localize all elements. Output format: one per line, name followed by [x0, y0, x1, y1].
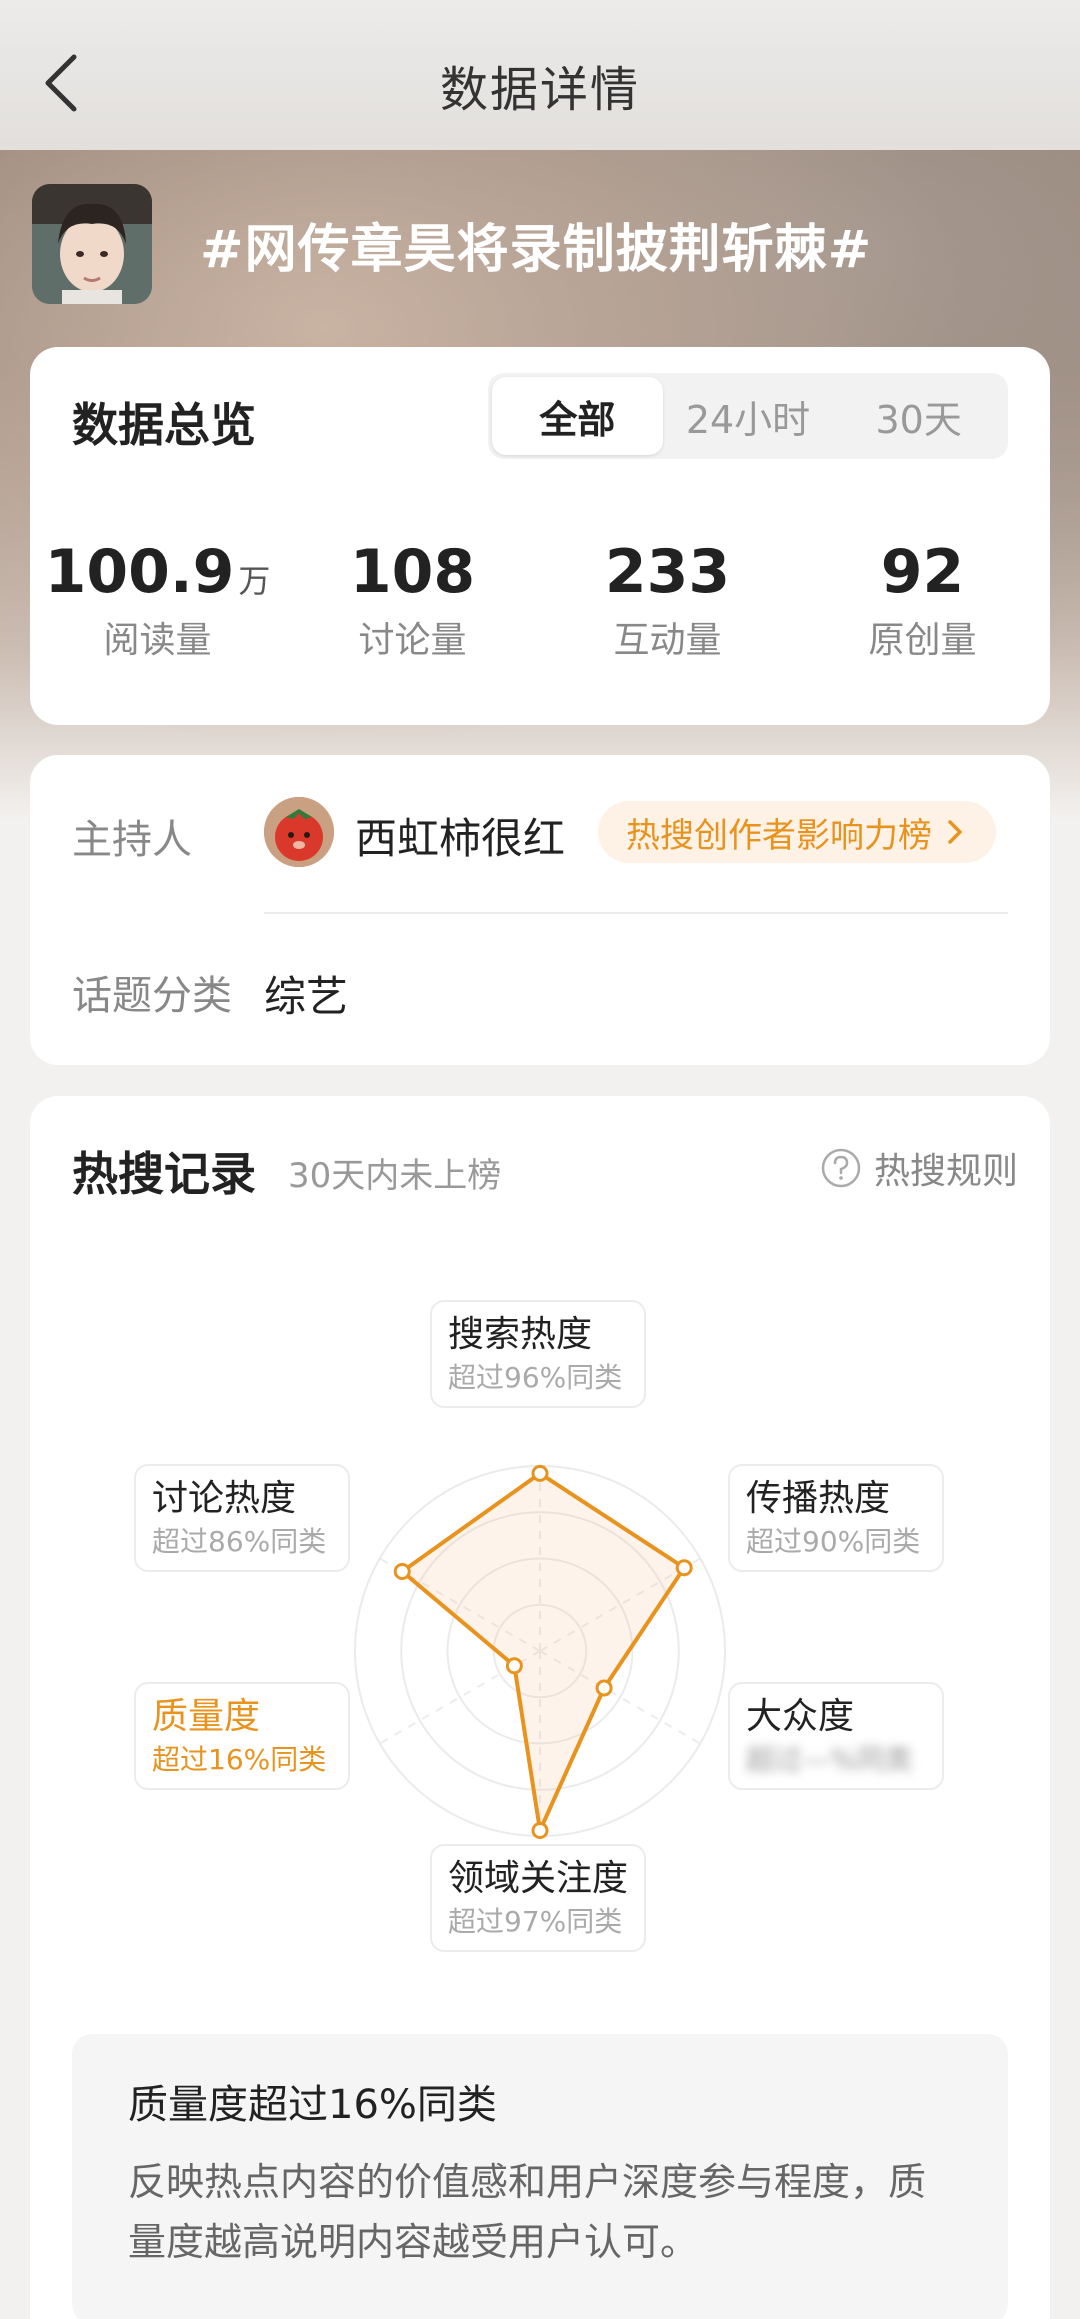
stat-discussions: 108 讨论量 — [285, 537, 540, 663]
metric-name: 讨论热度 — [152, 1478, 297, 1519]
category-label: 话题分类 — [72, 973, 232, 1019]
time-range-tabs: 全部 24小时 30天 — [488, 373, 1008, 459]
metric-percent: 超过90%同类 — [746, 1525, 921, 1558]
topic-title: #网传章昊将录制披荆斩棘# — [200, 219, 873, 280]
metric-percent: 超过86%同类 — [152, 1525, 327, 1558]
overview-title: 数据总览 — [72, 398, 256, 452]
metric-percent: 超过—%同类 — [746, 1743, 913, 1776]
stat-value: 92 — [880, 537, 965, 607]
metric-spread-heat[interactable]: 传播热度 超过90%同类 — [728, 1464, 944, 1572]
radar-point — [505, 1657, 523, 1675]
metric-percent: 超过96%同类 — [448, 1361, 623, 1394]
stat-label: 原创量 — [868, 620, 977, 661]
description-title: 质量度超过16%同类 — [128, 2082, 497, 2128]
metric-name: 领域关注度 — [448, 1858, 629, 1899]
radar-point — [531, 1821, 549, 1839]
stat-label: 阅读量 — [103, 620, 212, 661]
host-name[interactable]: 西虹柿很红 — [355, 805, 565, 866]
stat-interactions: 233 互动量 — [540, 537, 795, 663]
stat-value: 100.9 — [44, 537, 235, 607]
metric-popularity[interactable]: 大众度 超过—%同类 — [728, 1682, 944, 1790]
host-label: 主持人 — [72, 817, 192, 863]
metric-name: 大众度 — [746, 1696, 855, 1737]
tab-30d[interactable]: 30天 — [833, 377, 1004, 455]
stat-label: 互动量 — [613, 620, 722, 661]
radar-point — [393, 1562, 411, 1580]
tomato-avatar-icon — [264, 797, 334, 867]
metric-percent: 超过97%同类 — [448, 1905, 623, 1938]
host-avatar[interactable] — [264, 797, 334, 867]
radar-point — [675, 1559, 693, 1577]
tab-24h[interactable]: 24小时 — [663, 377, 834, 455]
chevron-right-icon — [948, 820, 962, 844]
host-card: 主持人 西虹柿很红 热搜创作者影响力榜 话题分类 综艺 — [30, 755, 1050, 1065]
stat-value: 233 — [604, 537, 731, 607]
hot-search-card: 热搜记录 30天内未上榜 热搜规则 搜索热度 超过96%同类 传播热度 超过90… — [30, 1096, 1050, 2319]
influence-rank-badge[interactable]: 热搜创作者影响力榜 — [598, 801, 996, 863]
metric-name: 质量度 — [152, 1696, 261, 1737]
overview-card: 数据总览 全部 24小时 30天 100.9 万 阅读量 108 讨论量 233 … — [30, 347, 1050, 725]
navigation-bar: 数据详情 — [0, 0, 1080, 150]
stat-originals: 92 原创量 — [795, 537, 1050, 663]
metric-percent: 超过16%同类 — [152, 1743, 327, 1776]
divider — [264, 912, 1008, 914]
radar-point — [595, 1679, 613, 1697]
metric-name: 传播热度 — [746, 1478, 891, 1519]
stat-reads: 100.9 万 阅读量 — [30, 537, 285, 663]
stat-value: 108 — [349, 537, 476, 607]
description-text: 反映热点内容的价值感和用户深度参与程度，质量度越高说明内容越受用户认可。 — [128, 2160, 927, 2264]
category-value: 综艺 — [264, 972, 349, 1021]
tab-all[interactable]: 全部 — [492, 377, 663, 455]
radar-point — [531, 1464, 549, 1482]
stat-label: 讨论量 — [358, 620, 467, 661]
badge-label: 热搜创作者影响力榜 — [626, 815, 932, 856]
metric-description: 质量度超过16%同类 反映热点内容的价值感和用户深度参与程度，质量度越高说明内容… — [72, 2034, 1008, 2319]
metric-name: 搜索热度 — [448, 1314, 593, 1355]
metric-discussion-heat[interactable]: 讨论热度 超过86%同类 — [134, 1464, 350, 1572]
radar-area — [400, 1471, 687, 1833]
avatar-image — [32, 184, 152, 304]
page-title: 数据详情 — [439, 62, 640, 118]
stat-unit: 万 — [238, 562, 271, 600]
topic-header: #网传章昊将录制披荆斩棘# — [32, 184, 1052, 304]
topic-avatar[interactable] — [32, 184, 152, 304]
stats-row: 100.9 万 阅读量 108 讨论量 233 互动量 92 原创量 — [30, 537, 1050, 663]
metric-search-heat[interactable]: 搜索热度 超过96%同类 — [430, 1300, 646, 1408]
metric-quality[interactable]: 质量度 超过16%同类 — [134, 1682, 350, 1790]
metric-field-attention[interactable]: 领域关注度 超过97%同类 — [430, 1844, 646, 1952]
